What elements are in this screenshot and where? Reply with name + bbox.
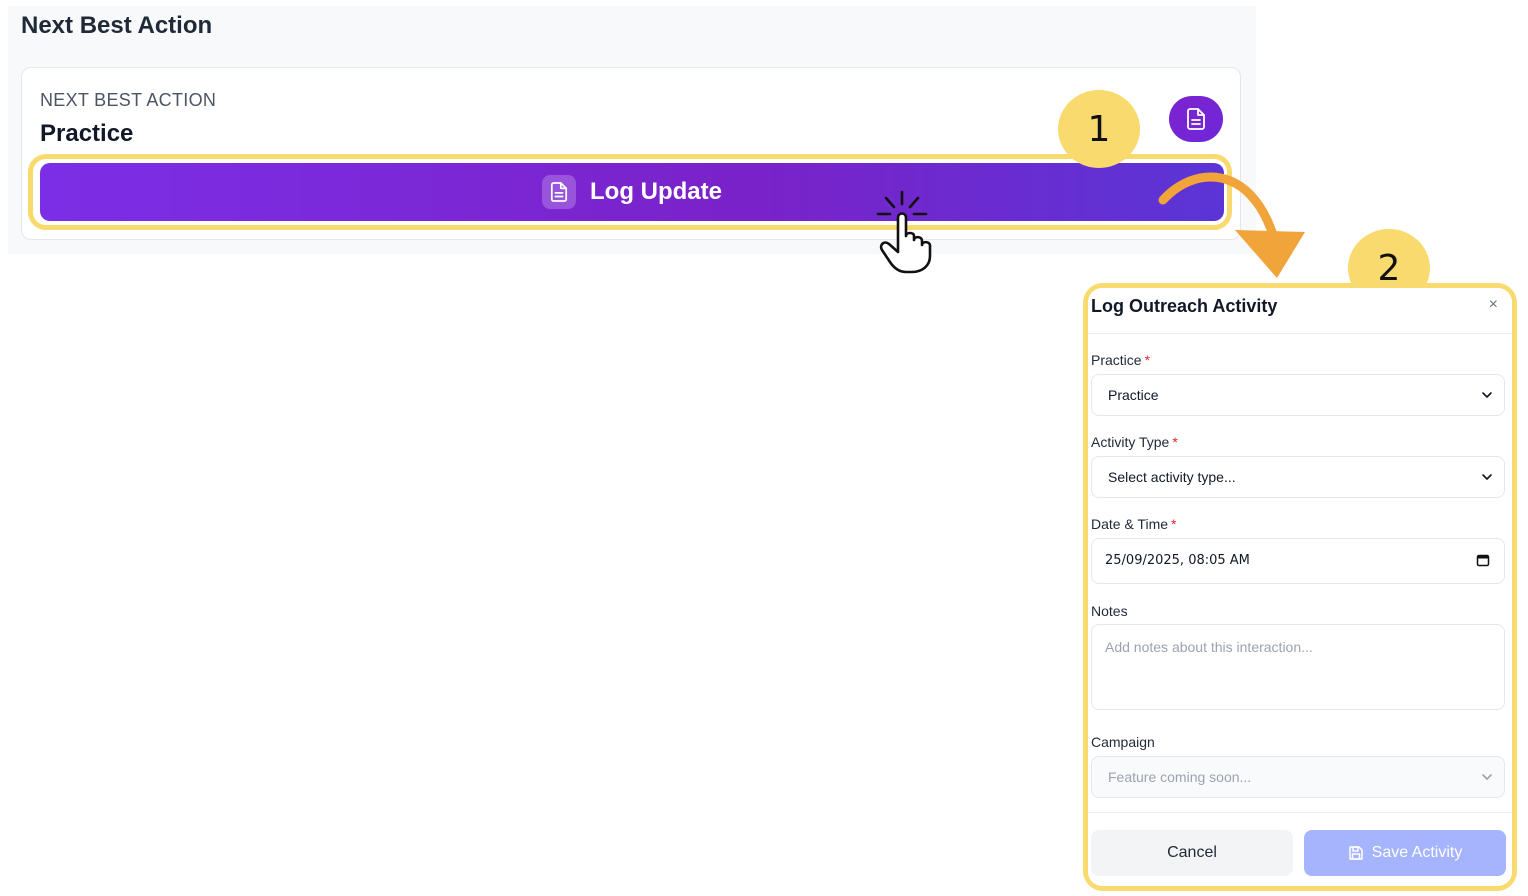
- close-icon[interactable]: ×: [1489, 296, 1498, 314]
- save-activity-button[interactable]: Save Activity: [1304, 830, 1506, 876]
- card-eyebrow: NEXT BEST ACTION: [40, 90, 217, 110]
- activity-type-label: Activity Type *: [1091, 434, 1178, 450]
- practice-label: Practice *: [1091, 352, 1151, 368]
- document-icon: [542, 175, 576, 209]
- required-marker: *: [1172, 434, 1178, 450]
- step-badge-1: 1: [1058, 90, 1140, 168]
- modal-footer-divider: [1088, 812, 1512, 813]
- date-time-value: 25/09/2025, 08:05 AM: [1105, 553, 1250, 568]
- curved-arrow-icon: [1158, 172, 1305, 278]
- section-title: Next Best Action: [21, 12, 213, 39]
- date-time-label: Date & Time *: [1091, 516, 1177, 532]
- campaign-select-value: Feature coming soon...: [1108, 769, 1252, 785]
- practice-select-value: Practice: [1108, 387, 1159, 403]
- required-marker: *: [1144, 352, 1151, 368]
- modal-header-divider: [1088, 333, 1512, 334]
- screen: Next Best Action NEXT BEST ACTION Practi…: [0, 0, 1528, 896]
- chevron-down-icon: [1482, 774, 1492, 780]
- document-button[interactable]: [1169, 96, 1223, 142]
- practice-select[interactable]: Practice: [1091, 374, 1505, 416]
- activity-type-select[interactable]: Select activity type...: [1091, 456, 1505, 498]
- pointer-hand-icon: [876, 190, 932, 274]
- log-update-button[interactable]: Log Update: [40, 163, 1224, 221]
- notes-textarea[interactable]: Add notes about this interaction...: [1091, 624, 1505, 710]
- log-update-label: Log Update: [590, 178, 722, 205]
- required-marker: *: [1171, 516, 1177, 532]
- date-time-input[interactable]: 25/09/2025, 08:05 AM: [1091, 538, 1505, 584]
- document-icon: [1187, 108, 1205, 130]
- calendar-icon[interactable]: [1476, 553, 1490, 567]
- notes-placeholder: Add notes about this interaction...: [1105, 639, 1313, 655]
- campaign-select[interactable]: Feature coming soon...: [1091, 756, 1505, 798]
- campaign-label: Campaign: [1091, 734, 1155, 750]
- save-activity-label: Save Activity: [1371, 844, 1463, 861]
- log-outreach-modal: Log Outreach Activity × Practice * Practi…: [1088, 288, 1512, 886]
- chevron-down-icon: [1482, 392, 1492, 398]
- cancel-button[interactable]: Cancel: [1091, 830, 1293, 876]
- save-icon: [1348, 846, 1363, 860]
- activity-type-select-value: Select activity type...: [1108, 469, 1236, 485]
- modal-title: Log Outreach Activity: [1091, 296, 1278, 316]
- card-practice-name: Practice: [40, 120, 134, 147]
- notes-label: Notes: [1091, 603, 1128, 619]
- chevron-down-icon: [1482, 474, 1492, 480]
